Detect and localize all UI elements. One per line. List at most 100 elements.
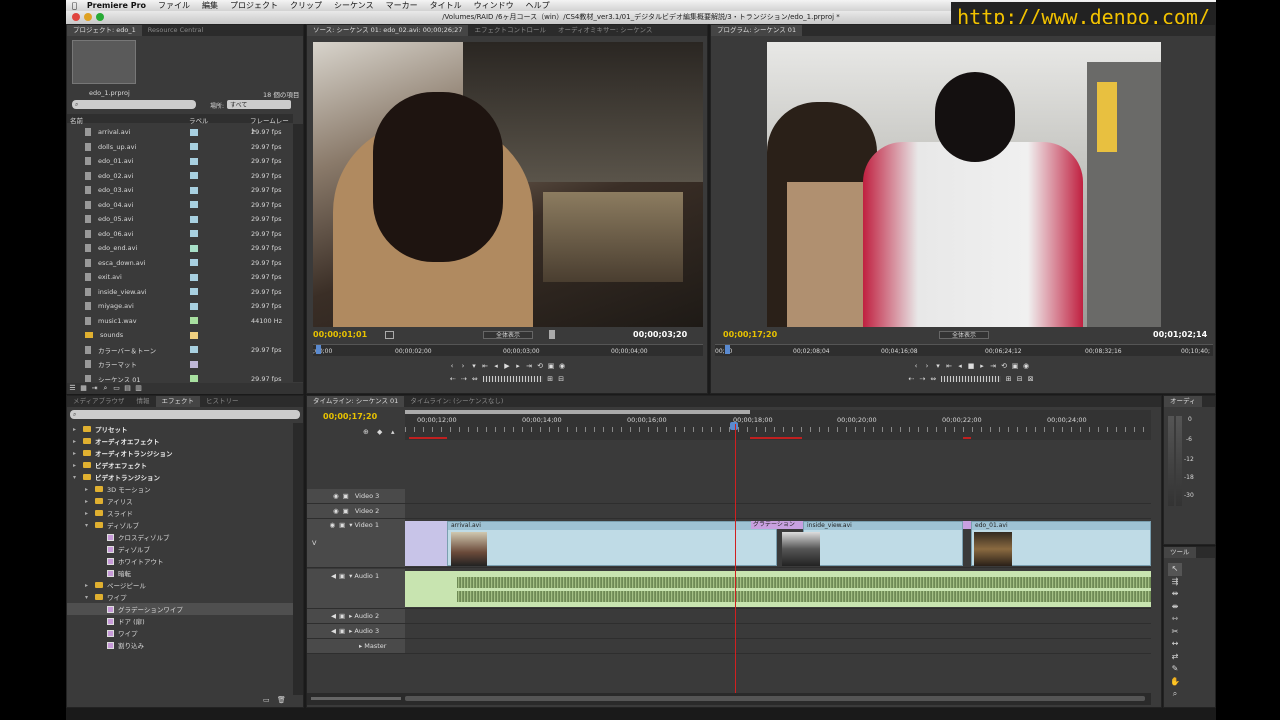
program-time-ruler[interactable]: 00;00 00;02;08;04 00;04;16;08 00;06;24;1… [715,344,1213,356]
effects-tree-item[interactable]: ワイプ [67,627,293,639]
play-in-out-icon[interactable]: ⇔ [469,374,480,384]
play-icon[interactable]: ▶ [502,361,513,371]
go-to-out-icon[interactable]: ⇥ [988,361,999,371]
effects-tree-item[interactable]: グラデーションワイプ [67,603,293,615]
label-swatch[interactable] [190,172,198,180]
tab-audio-meter[interactable]: オーディ [1164,396,1202,407]
go-to-in-icon[interactable]: ⇤ [944,361,955,371]
extract-icon[interactable]: ⊟ [1014,374,1025,384]
shuttle-left-icon[interactable]: ⇠ [906,374,917,384]
new-bin-icon[interactable]: ▭ [263,696,270,704]
speaker-icon[interactable]: ◀ [331,612,336,620]
timeline-zoom-bar[interactable] [307,693,1151,705]
effects-tree-item[interactable]: 暗転 [67,567,293,579]
effects-tree-item[interactable]: ▸ オーディオエフェクト [67,435,293,447]
project-item[interactable]: edo_02.avi 29.97 fps [67,169,293,184]
timeline-playhead-handle[interactable] [730,422,738,430]
tab-tools[interactable]: ツール [1164,547,1196,558]
label-swatch[interactable] [190,215,198,223]
lock-icon[interactable]: ▣ [343,492,349,500]
clear-icon[interactable]: ▥ [133,383,144,393]
lock-icon[interactable]: ▣ [339,627,345,635]
label-swatch[interactable] [190,259,198,267]
source-playhead[interactable] [316,345,321,354]
project-item[interactable]: esca_down.avi 29.97 fps [67,256,293,271]
program-current-time[interactable]: 00;00;17;20 [723,330,777,339]
rolling-edit-tool-icon[interactable]: ⇼ [1168,601,1182,614]
set-marker-icon[interactable]: ◆ [377,428,382,436]
tab-audio-mixer[interactable]: オーディオミキサー: シーケンス [552,25,658,36]
set-in-icon[interactable]: ‹ [911,361,922,371]
delete-icon[interactable]: 🗑 [277,696,286,704]
set-out-icon[interactable]: › [922,361,933,371]
step-forward-icon[interactable]: ▸ [977,361,988,371]
icon-view-icon[interactable]: ▦ [78,383,89,393]
marker-icon[interactable]: ▾ [469,361,480,371]
find-icon[interactable]: ⌕ [100,383,111,393]
project-item[interactable]: シーケンス 01 29.97 fps [67,372,293,382]
label-swatch[interactable] [190,317,198,325]
output-icon[interactable] [549,330,555,339]
safe-margin-icon[interactable] [385,331,394,339]
lock-icon[interactable]: ▣ [339,572,345,580]
project-item[interactable]: edo_04.avi 29.97 fps [67,198,293,213]
project-item[interactable]: カラーバー＆トーン 29.97 fps [67,343,293,358]
effects-tree-item[interactable]: ▾ ビデオトランジション [67,471,293,483]
project-item[interactable]: inside_view.avi 29.97 fps [67,285,293,300]
project-scrollbar[interactable] [293,124,303,382]
effects-tree-item[interactable]: ドア (扉) [67,615,293,627]
menu-file[interactable]: ファイル [158,0,190,11]
label-swatch[interactable] [190,360,198,368]
project-item[interactable]: arrival.avi 29.97 fps [67,125,293,140]
pen-tool-icon[interactable]: ✎ [1168,663,1182,676]
disclosure-closed-icon[interactable]: ▸ [85,486,91,493]
list-view-icon[interactable]: ☰ [67,383,78,393]
disclosure-closed-icon[interactable]: ▸ [85,510,91,517]
column-label[interactable]: ラベル [189,115,209,125]
slide-tool-icon[interactable]: ⇄ [1168,651,1182,664]
effects-tree-item[interactable]: ▸ 3D モーション [67,483,293,495]
set-out-icon[interactable]: › [458,361,469,371]
step-back-icon[interactable]: ◂ [491,361,502,371]
label-swatch[interactable] [190,375,198,382]
effects-tree-item[interactable]: ▾ ディゾルブ [67,519,293,531]
disclosure-open-icon[interactable]: ▾ [73,474,79,481]
insert-icon[interactable]: ⊞ [545,374,556,384]
menu-title[interactable]: タイトル [430,0,462,11]
safe-margins-icon[interactable]: ▣ [546,361,557,371]
disclosure-closed-icon[interactable]: ▸ [85,582,91,589]
tab-media-browser[interactable]: メディアブラウザ [67,396,131,407]
effects-tree-item[interactable]: ▸ プリセット [67,423,293,435]
lock-icon[interactable]: ▣ [339,521,345,529]
expand-icon[interactable]: ▸ [359,642,362,650]
effects-tree-item[interactable]: ▸ ビデオエフェクト [67,459,293,471]
menu-clip[interactable]: クリップ [290,0,322,11]
jog-wheel[interactable] [941,376,1001,382]
expand-icon[interactable]: ▸ [349,627,352,635]
clip-inside-view[interactable]: inside_view.avi [782,521,963,566]
project-item[interactable]: dolls_up.avi 29.97 fps [67,140,293,155]
tab-effect-controls[interactable]: エフェクトコントロール [468,25,552,36]
apple-icon[interactable]:  [72,1,77,10]
overlay-icon[interactable]: ⊟ [556,374,567,384]
track-target-v[interactable]: V [312,539,316,547]
close-window-button[interactable] [72,13,80,21]
effects-tree-item[interactable]: ▸ ページピール [67,579,293,591]
jog-wheel[interactable] [482,376,543,382]
lock-icon[interactable]: ▣ [339,612,345,620]
menu-window[interactable]: ウィンドウ [474,0,514,11]
source-current-time[interactable]: 00;00;01;01 [313,330,367,339]
label-swatch[interactable] [190,186,198,194]
set-in-icon[interactable]: ‹ [447,361,458,371]
step-back-icon[interactable]: ◂ [955,361,966,371]
effects-search-input[interactable]: ⌕ [70,410,300,419]
program-playhead[interactable] [725,345,730,354]
snap-icon[interactable]: ⊕ [363,428,369,436]
project-item[interactable]: music1.wav 44100 Hz [67,314,293,329]
clip-arrival[interactable]: arrival.avi [447,521,777,566]
stop-icon[interactable]: ■ [966,361,977,371]
loop-icon[interactable]: ⟲ [999,361,1010,371]
project-item[interactable]: カラーマット [67,357,293,372]
app-menu[interactable]: Premiere Pro [87,1,146,10]
project-item[interactable]: sounds [67,328,293,343]
